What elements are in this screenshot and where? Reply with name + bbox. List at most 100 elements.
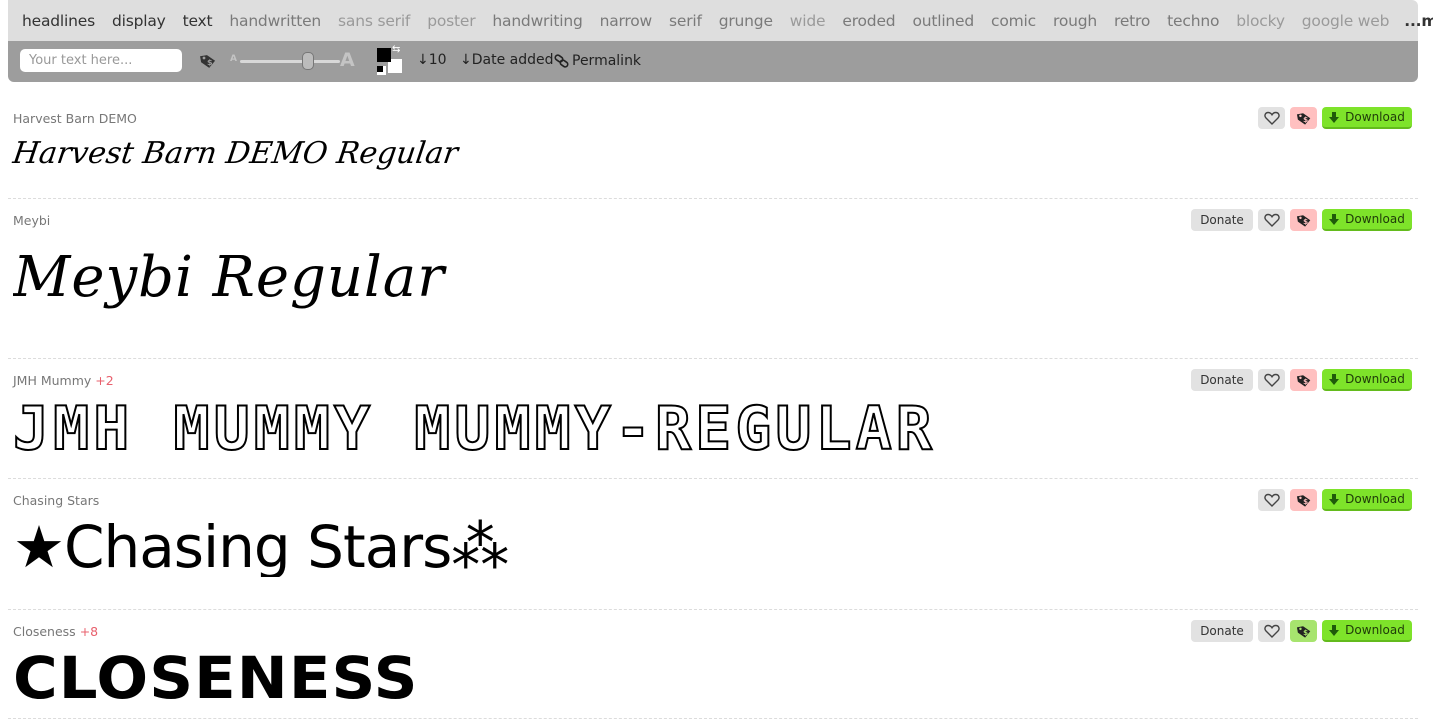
font-name-text: Chasing Stars xyxy=(13,493,100,508)
category-retro[interactable]: retro xyxy=(1114,12,1150,30)
swap-colors-icon[interactable]: ⇆ xyxy=(392,44,400,55)
heart-icon xyxy=(1263,624,1280,638)
price-tag-icon: $ xyxy=(1296,374,1310,387)
download-label: Download xyxy=(1345,623,1405,637)
download-button[interactable]: Download xyxy=(1322,489,1412,511)
category-eroded[interactable]: eroded xyxy=(842,12,895,30)
download-button[interactable]: Download xyxy=(1322,209,1412,231)
slider-track xyxy=(240,60,340,63)
font-row: JMH Mummy +2 JMH MUMMY MUMMY-REGULAR Don… xyxy=(8,359,1418,479)
font-name-link[interactable]: Closeness +8 xyxy=(13,624,98,639)
font-name-text: Closeness xyxy=(13,624,76,639)
font-row: Meybi Meybi Regular Donate $ Download xyxy=(8,199,1418,359)
sort-selector[interactable]: ↓Date added xyxy=(460,52,554,68)
category-blocky[interactable]: blocky xyxy=(1236,12,1285,30)
price-tag-icon: $ xyxy=(1296,625,1310,638)
category-text[interactable]: text xyxy=(183,12,213,30)
download-button[interactable]: Download xyxy=(1322,369,1412,391)
price-tag-icon: $ xyxy=(1296,494,1310,507)
svg-text:$: $ xyxy=(1303,628,1308,637)
category-wide[interactable]: wide xyxy=(790,12,826,30)
per-page-selector[interactable]: ↓10 xyxy=(417,52,447,68)
category-serif[interactable]: serif xyxy=(669,12,702,30)
category-narrow[interactable]: narrow xyxy=(600,12,653,30)
license-button[interactable]: $ xyxy=(1290,107,1317,129)
font-preview[interactable]: ★Chasing Stars⁂ xyxy=(13,517,1418,577)
category-handwritten[interactable]: handwritten xyxy=(229,12,321,30)
svg-text:$: $ xyxy=(1303,377,1308,386)
top-bar: headlines display text handwritten sans … xyxy=(8,0,1433,82)
font-actions: Donate $ Download xyxy=(1186,620,1412,642)
download-label: Download xyxy=(1345,372,1405,386)
download-arrow-icon xyxy=(1329,493,1340,505)
heart-icon xyxy=(1263,213,1280,227)
font-preview[interactable]: CLOSENESS xyxy=(13,648,1433,708)
download-arrow-icon xyxy=(1329,213,1340,225)
category-techno[interactable]: techno xyxy=(1167,12,1219,30)
favorite-button[interactable] xyxy=(1258,107,1285,129)
category-handwriting[interactable]: handwriting xyxy=(492,12,582,30)
category-comic[interactable]: comic xyxy=(991,12,1036,30)
permalink-label: Permalink xyxy=(572,53,642,69)
donate-button[interactable]: Donate xyxy=(1191,620,1253,642)
preview-text-input[interactable] xyxy=(20,49,182,72)
font-name-link[interactable]: Meybi xyxy=(13,213,50,228)
link-icon xyxy=(554,54,569,68)
slider-thumb[interactable] xyxy=(302,52,314,70)
svg-text:$: $ xyxy=(1303,115,1308,124)
category-rough[interactable]: rough xyxy=(1053,12,1097,30)
font-actions: $ Download xyxy=(1253,489,1412,511)
size-slider[interactable]: A A xyxy=(230,49,358,71)
permalink-link[interactable]: Permalink xyxy=(554,53,641,69)
download-label: Download xyxy=(1345,110,1405,124)
font-actions: $ Download xyxy=(1253,107,1412,129)
download-button[interactable]: Download xyxy=(1322,107,1412,129)
license-button[interactable]: $ xyxy=(1290,620,1317,642)
font-name-text: JMH Mummy xyxy=(13,373,92,388)
category-nav: headlines display text handwritten sans … xyxy=(8,0,1433,41)
reset-colors-icon[interactable] xyxy=(377,66,386,75)
category-poster[interactable]: poster xyxy=(427,12,475,30)
price-tag-icon: $ xyxy=(1296,214,1310,227)
heart-icon xyxy=(1263,493,1280,507)
font-row: Chasing Stars ★Chasing Stars⁂ $ Download xyxy=(8,479,1418,610)
category-google-web[interactable]: google web xyxy=(1302,12,1390,30)
category-headlines[interactable]: headlines xyxy=(22,12,95,30)
category-grunge[interactable]: grunge xyxy=(719,12,773,30)
license-button[interactable]: $ xyxy=(1290,209,1317,231)
category-display[interactable]: display xyxy=(112,12,166,30)
toolbar: $ A A ⇆ ↓10 ↓Date added Permalink xyxy=(8,41,1418,82)
favorite-button[interactable] xyxy=(1258,489,1285,511)
download-arrow-icon xyxy=(1329,111,1340,123)
font-name-text: Meybi xyxy=(13,213,51,228)
donate-button[interactable]: Donate xyxy=(1191,369,1253,391)
category-outlined[interactable]: outlined xyxy=(912,12,974,30)
font-actions: Donate $ Download xyxy=(1186,209,1412,231)
font-name-link[interactable]: Chasing Stars xyxy=(13,493,99,508)
category-more[interactable]: ...more xyxy=(1404,12,1433,30)
foreground-color-swatch[interactable] xyxy=(377,48,391,62)
price-tag-icon[interactable]: $ xyxy=(199,53,217,69)
size-small-label: A xyxy=(230,54,237,64)
size-large-label: A xyxy=(340,49,355,71)
favorite-button[interactable] xyxy=(1258,209,1285,231)
donate-button[interactable]: Donate xyxy=(1191,209,1253,231)
font-name-link[interactable]: Harvest Barn DEMO xyxy=(13,111,137,126)
font-name-text: Harvest Barn DEMO xyxy=(13,111,137,126)
font-preview[interactable]: Harvest Barn DEMO Regular xyxy=(11,136,1421,171)
category-sans-serif[interactable]: sans serif xyxy=(338,12,410,30)
color-picker[interactable]: ⇆ xyxy=(377,44,405,76)
download-button[interactable]: Download xyxy=(1322,620,1412,642)
font-preview[interactable]: JMH MUMMY MUMMY-REGULAR xyxy=(13,399,1418,459)
favorite-button[interactable] xyxy=(1258,620,1285,642)
license-button[interactable]: $ xyxy=(1290,489,1317,511)
font-preview[interactable]: Meybi Regular xyxy=(13,245,1418,310)
license-button[interactable]: $ xyxy=(1290,369,1317,391)
download-arrow-icon xyxy=(1329,624,1340,636)
font-name-link[interactable]: JMH Mummy +2 xyxy=(13,373,114,388)
svg-text:$: $ xyxy=(207,58,213,67)
svg-text:$: $ xyxy=(1303,497,1308,506)
favorite-button[interactable] xyxy=(1258,369,1285,391)
style-count-badge: +8 xyxy=(79,624,99,639)
svg-text:$: $ xyxy=(1303,217,1308,226)
